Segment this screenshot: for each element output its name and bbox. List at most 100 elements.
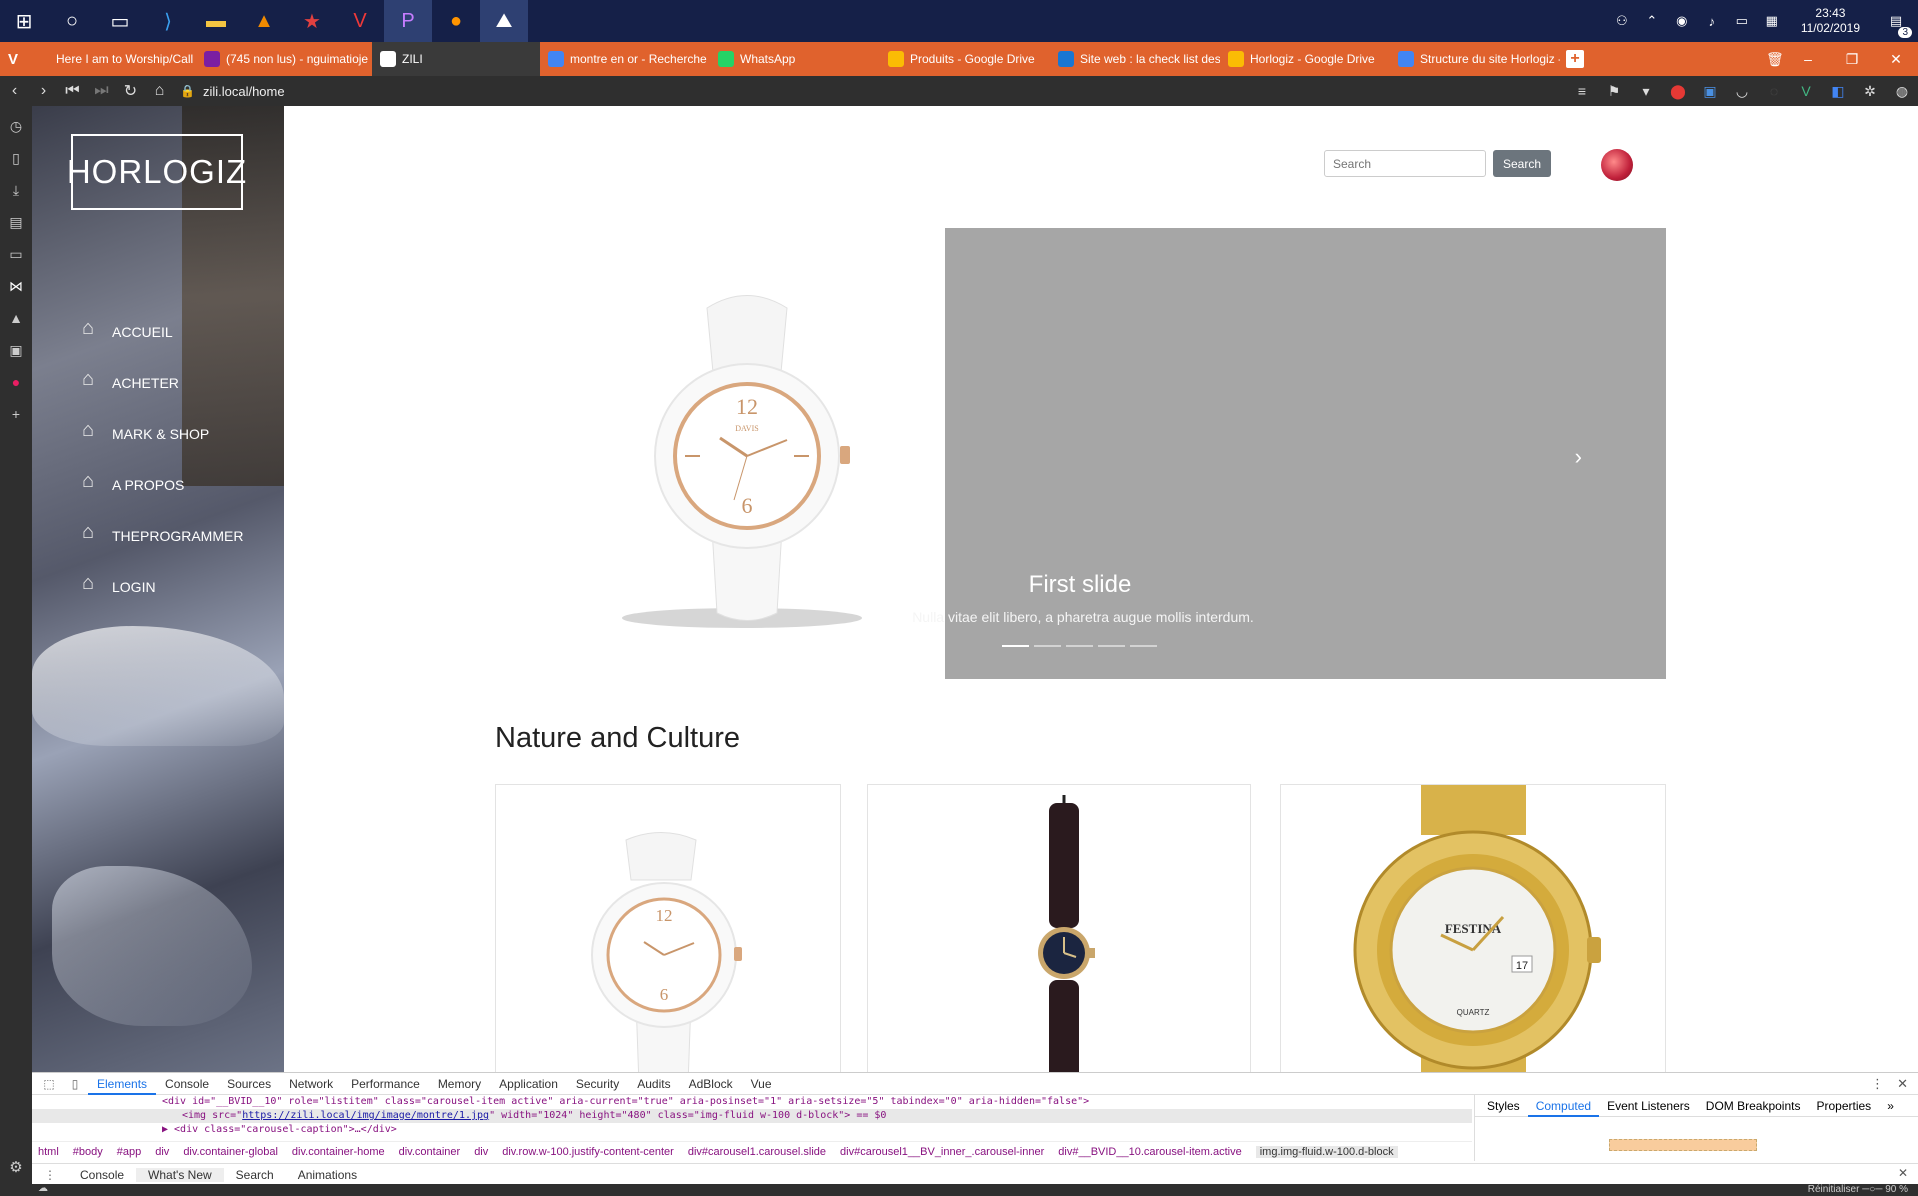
- add-panel-icon[interactable]: +: [0, 398, 32, 430]
- drawer-tab-search[interactable]: Search: [224, 1168, 286, 1182]
- translate-icon[interactable]: ◧: [1822, 83, 1854, 100]
- rewind-icon[interactable]: ⏮: [58, 82, 87, 100]
- vlc-icon[interactable]: ▲: [240, 0, 288, 42]
- devtools-tab-performance[interactable]: Performance: [342, 1073, 429, 1095]
- devtools-tab-sources[interactable]: Sources: [218, 1073, 280, 1095]
- history-icon[interactable]: ◷: [0, 110, 32, 142]
- drawer-tab-console[interactable]: Console: [68, 1168, 136, 1182]
- vivaldi-menu-icon[interactable]: V: [0, 42, 26, 76]
- breadcrumb-item[interactable]: div#carousel1__BV_inner_.carousel-inner: [840, 1146, 1044, 1158]
- browser-tab[interactable]: WhatsApp: [710, 42, 880, 76]
- bowtie-icon[interactable]: ⋈: [0, 270, 32, 302]
- fast-forward-icon[interactable]: ⏭: [87, 82, 116, 100]
- menu-item-accueil[interactable]: ⌂ ACCUEIL: [82, 292, 243, 343]
- cortana-search-icon[interactable]: ○: [48, 0, 96, 42]
- back-icon[interactable]: ‹: [0, 82, 29, 100]
- browser-tab[interactable]: Here I am to Worship/Call -: [26, 42, 196, 76]
- dropdown-icon[interactable]: ▾: [1630, 83, 1662, 100]
- styles-tab-properties[interactable]: Properties: [1808, 1099, 1879, 1113]
- product-card[interactable]: 12 6: [495, 784, 841, 1072]
- product-card[interactable]: [867, 784, 1251, 1072]
- breadcrumb-item[interactable]: div.container-home: [292, 1146, 385, 1158]
- reader-view-icon[interactable]: ≡: [1566, 83, 1598, 99]
- firefox-icon[interactable]: ●: [432, 0, 480, 42]
- devtools-menu-icon[interactable]: ⋮: [1871, 1076, 1884, 1092]
- url-field[interactable]: 🔒 zili.local/home: [180, 79, 1600, 103]
- record-icon[interactable]: ◉: [1667, 13, 1697, 29]
- wunderlist-icon[interactable]: ★: [288, 0, 336, 42]
- breadcrumb-item[interactable]: html: [38, 1146, 59, 1158]
- browser-tab[interactable]: Horlogiz - Google Drive: [1220, 42, 1390, 76]
- devtools-tab-application[interactable]: Application: [490, 1073, 567, 1095]
- browser-tab[interactable]: Site web : la check list des fo: [1050, 42, 1220, 76]
- devtools-tab-network[interactable]: Network: [280, 1073, 342, 1095]
- breadcrumb-item[interactable]: div: [474, 1146, 488, 1158]
- people-icon[interactable]: ⚇: [1607, 13, 1637, 29]
- close-window-button[interactable]: ✕: [1874, 51, 1918, 68]
- carousel-indicator[interactable]: [1002, 645, 1029, 647]
- device-toolbar-icon[interactable]: ▯: [62, 1077, 88, 1091]
- site-logo[interactable]: HORLOGIZ: [67, 134, 246, 210]
- web-panel-c-icon[interactable]: ●: [0, 366, 32, 398]
- settings-extension-icon[interactable]: ✲: [1854, 83, 1886, 100]
- task-view-icon[interactable]: ▭: [96, 0, 144, 42]
- code-line[interactable]: <div id="__BVID__10" role="listitem" cla…: [162, 1095, 1472, 1109]
- menu-item-theprogrammer[interactable]: ⌂ THEPROGRAMMER: [82, 496, 243, 547]
- code-line-selected[interactable]: <img src="https://zili.local/img/image/m…: [32, 1109, 1472, 1123]
- trash-icon[interactable]: 🗑: [1766, 51, 1784, 68]
- breadcrumb-item[interactable]: div.container-global: [183, 1146, 278, 1158]
- styles-tab-computed[interactable]: Computed: [1527, 1095, 1600, 1117]
- devtools-tab-elements[interactable]: Elements: [88, 1073, 157, 1095]
- devtools-tab-vue[interactable]: Vue: [742, 1073, 781, 1095]
- code-line[interactable]: ▶ <div class="carousel-caption">…</div>: [162, 1123, 1472, 1137]
- drawer-close-icon[interactable]: ✕: [1898, 1166, 1908, 1180]
- menu-item-mark-shop[interactable]: ⌂ MARK & SHOP: [82, 394, 243, 445]
- styles-tab-dom-breakpoints[interactable]: DOM Breakpoints: [1698, 1099, 1809, 1113]
- reset-zoom-label[interactable]: Réinitialiser: [1808, 1184, 1860, 1195]
- user-avatar[interactable]: [1601, 149, 1633, 181]
- breadcrumb-item[interactable]: #body: [73, 1146, 103, 1158]
- breadcrumb-item[interactable]: div.row.w-100.justify-content-center: [502, 1146, 674, 1158]
- notes-icon[interactable]: ▤: [0, 206, 32, 238]
- adblock-icon[interactable]: ⬤: [1662, 83, 1694, 100]
- windows-start-icon[interactable]: ⊞: [0, 0, 48, 42]
- github-icon[interactable]: ◍: [1886, 83, 1918, 100]
- photos-icon[interactable]: ⛰: [480, 0, 528, 42]
- vue-devtools-icon[interactable]: V: [1790, 83, 1822, 99]
- settings-gear-icon[interactable]: ⚙: [9, 1158, 22, 1176]
- search-input[interactable]: [1324, 150, 1486, 177]
- downloads-icon[interactable]: ⤓: [0, 174, 32, 206]
- code-img-link[interactable]: https://zili.local/img/image/montre/1.jp…: [242, 1110, 489, 1121]
- devtools-tab-memory[interactable]: Memory: [429, 1073, 490, 1095]
- carousel-indicator[interactable]: [1034, 645, 1061, 647]
- browser-tab[interactable]: Structure du site Horlogiz -: [1390, 42, 1560, 76]
- breadcrumb-item[interactable]: img.img-fluid.w-100.d-block: [1255, 1145, 1398, 1158]
- breadcrumb-item[interactable]: div#carousel1.carousel.slide: [688, 1146, 826, 1158]
- phpstorm-icon[interactable]: P: [384, 0, 432, 42]
- extension-icon[interactable]: ◌: [1758, 83, 1790, 99]
- devtools-tab-audits[interactable]: Audits: [628, 1073, 679, 1095]
- more-tabs-icon[interactable]: »: [1879, 1099, 1902, 1113]
- browser-tab[interactable]: montre en or - Recherche G: [540, 42, 710, 76]
- maximize-button[interactable]: ❐: [1830, 51, 1874, 68]
- vscode-icon[interactable]: ⟩: [144, 0, 192, 42]
- browser-tab[interactable]: Produits - Google Drive: [880, 42, 1050, 76]
- drawer-tab-animations[interactable]: Animations: [286, 1168, 369, 1182]
- menu-item-acheter[interactable]: ⌂ ACHETER: [82, 343, 243, 394]
- product-card[interactable]: FESTINA QUARTZ 17: [1280, 784, 1666, 1072]
- pocket-icon[interactable]: ◡: [1726, 83, 1758, 100]
- window-panel-icon[interactable]: ▭: [0, 238, 32, 270]
- menu-item-login[interactable]: ⌂ LOGIN: [82, 547, 243, 598]
- keyboard-icon[interactable]: ▦: [1757, 13, 1787, 29]
- home-icon[interactable]: ⌂: [145, 82, 174, 100]
- breadcrumb-item[interactable]: #app: [117, 1146, 141, 1158]
- new-tab-button[interactable]: +: [1566, 50, 1584, 68]
- reload-icon[interactable]: ↻: [116, 81, 145, 101]
- styles-tab-event-listeners[interactable]: Event Listeners: [1599, 1099, 1698, 1113]
- network-icon[interactable]: ▭: [1727, 13, 1757, 29]
- bookmarks-panel-icon[interactable]: ▯: [0, 142, 32, 174]
- bookmark-icon[interactable]: ⚑: [1598, 83, 1630, 100]
- carousel-indicator[interactable]: [1130, 645, 1157, 647]
- styles-tab-styles[interactable]: Styles: [1479, 1099, 1528, 1113]
- file-explorer-icon[interactable]: ▬: [192, 0, 240, 42]
